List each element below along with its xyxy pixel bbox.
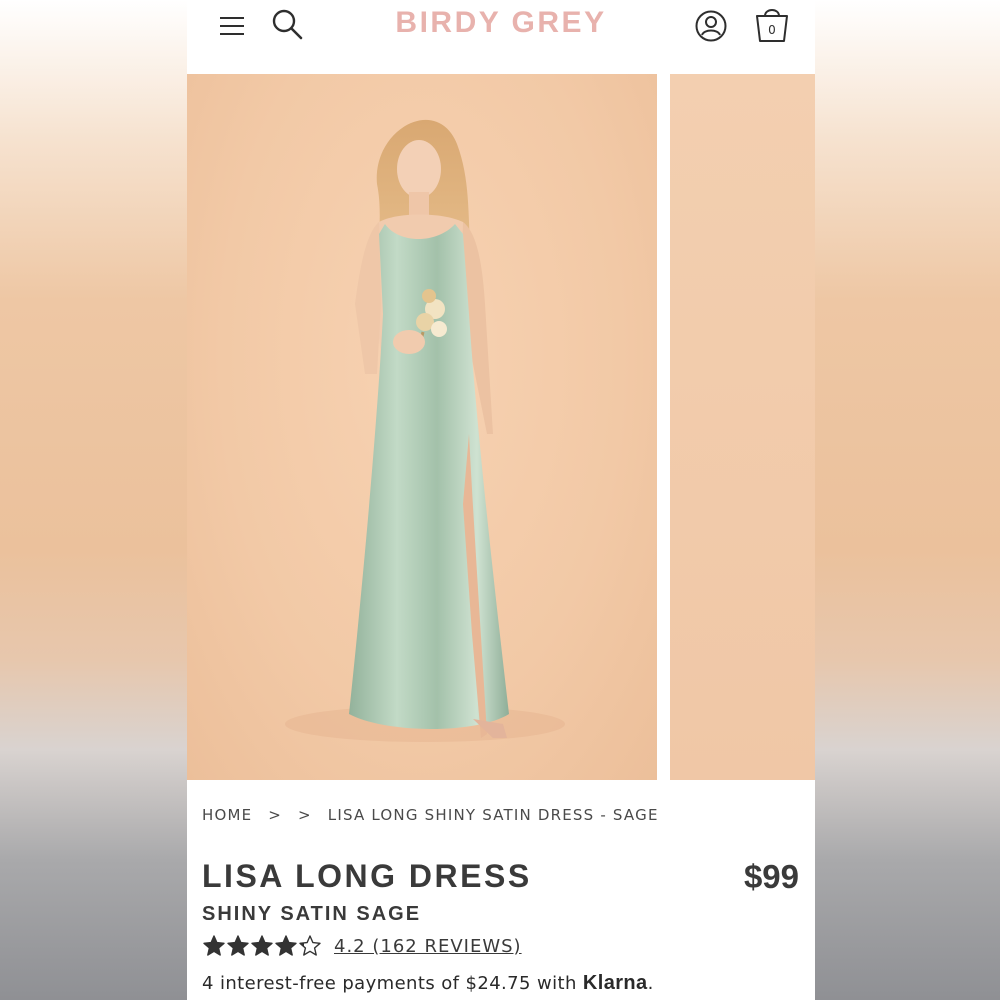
breadcrumb-separator: > <box>298 806 312 824</box>
breadcrumb-current: LISA LONG SHINY SATIN DRESS - SAGE <box>327 806 659 824</box>
reviews-link[interactable]: 4.2 (162 REVIEWS) <box>334 936 522 957</box>
phone-screen: BIRDY GREY 0 HOME > > LISA LONG SHINY SA… <box>187 0 815 1000</box>
star-icon <box>275 935 297 956</box>
klarna-logo[interactable]: Klarna <box>583 972 648 994</box>
product-image-next-peek[interactable] <box>670 74 815 780</box>
product-price: $99 <box>743 858 799 895</box>
product-variant: SHINY SATIN SAGE <box>202 903 422 925</box>
breadcrumb-home[interactable]: HOME <box>202 806 252 824</box>
account-icon <box>695 10 727 42</box>
product-title: LISA LONG DRESS <box>202 858 532 894</box>
rating-row: 4.2 (162 REVIEWS) <box>202 934 522 958</box>
product-image-main[interactable] <box>187 74 657 780</box>
background-blur-right <box>815 0 1000 1000</box>
installments-text: 4 interest-free payments of $24.75 with <box>202 973 577 994</box>
background-blur-left <box>0 0 187 1000</box>
breadcrumb-separator: > <box>268 806 283 824</box>
star-icon <box>299 935 321 956</box>
account-button[interactable] <box>693 8 729 44</box>
star-icon <box>227 935 249 956</box>
star-rating[interactable] <box>202 934 322 958</box>
installments-suffix: . <box>647 973 654 994</box>
cart-button[interactable]: 0 <box>752 4 792 44</box>
model-in-dress-photo <box>285 119 565 742</box>
star-icon <box>251 935 273 956</box>
shopping-bag-icon: 0 <box>756 9 788 42</box>
star-icon <box>203 935 225 956</box>
payment-installments: 4 interest-free payments of $24.75 with … <box>202 972 654 995</box>
breadcrumb: HOME > > LISA LONG SHINY SATIN DRESS - S… <box>202 806 669 824</box>
site-header: BIRDY GREY 0 <box>187 0 815 72</box>
cart-count: 0 <box>768 23 776 37</box>
